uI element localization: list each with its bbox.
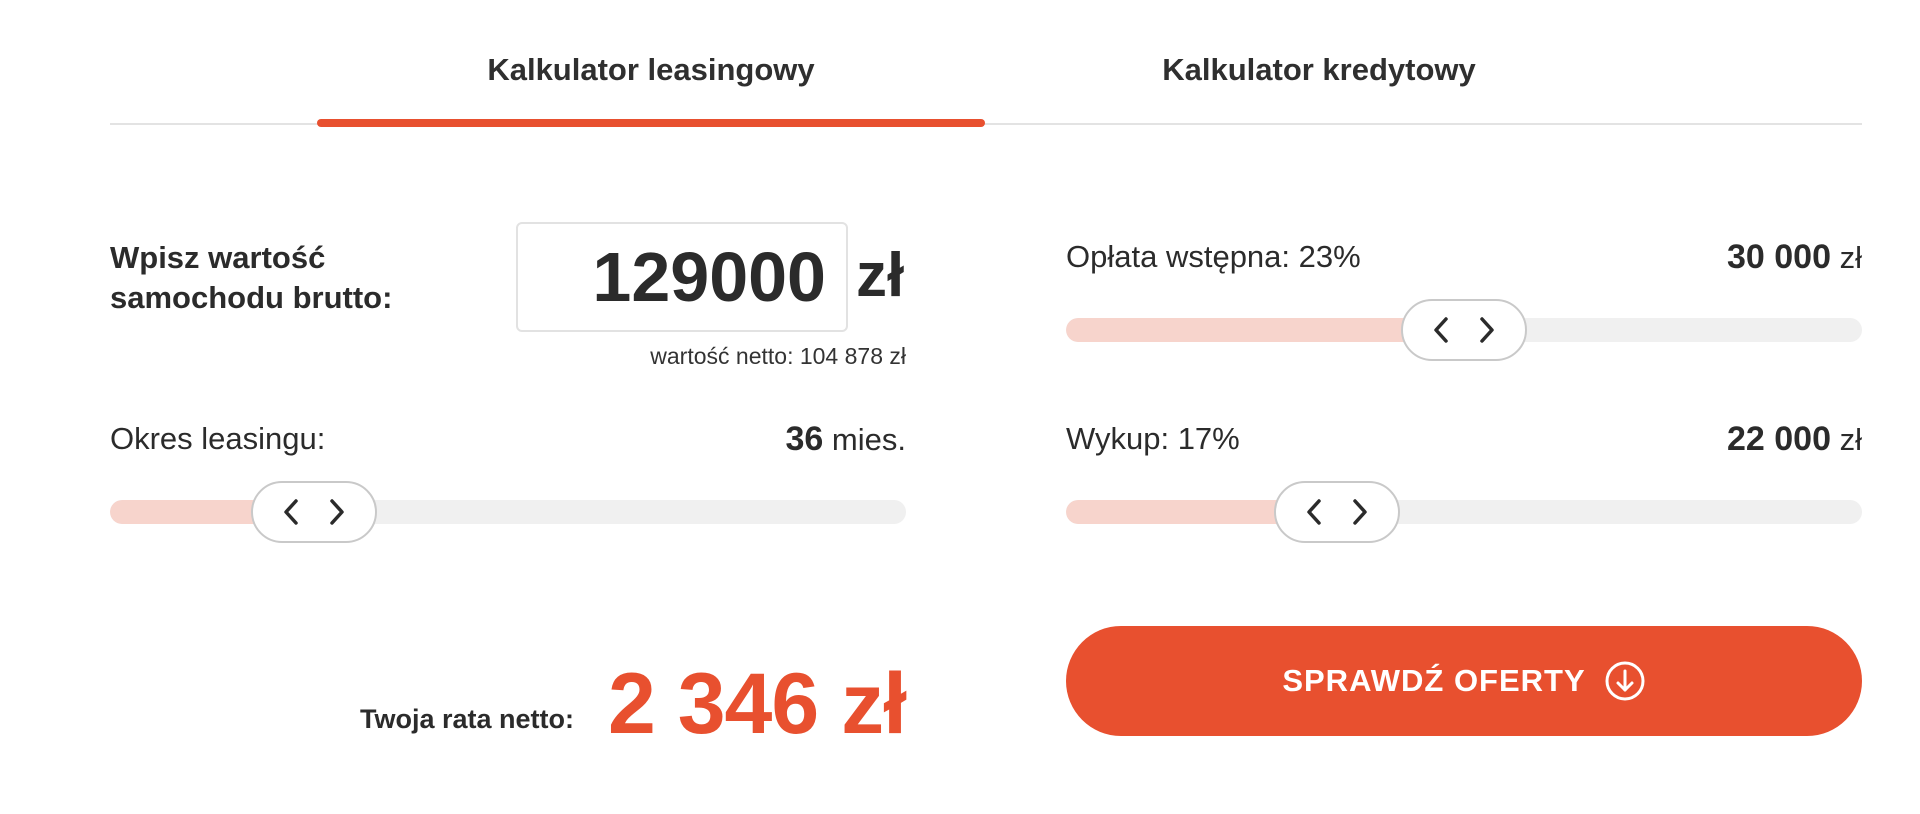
buyout-label: Wykup: 17% — [1066, 421, 1240, 456]
check-offers-button[interactable]: SPRAWDŹ OFERTY — [1066, 626, 1862, 736]
netto-value-text: wartość netto: 104 878 zł — [650, 343, 906, 369]
slider-track — [1066, 500, 1862, 524]
slider-handle[interactable] — [250, 481, 377, 543]
buyout-slider[interactable] — [1066, 481, 1862, 543]
car-value-unit: zł — [856, 241, 905, 310]
arrow-down-circle-icon — [1605, 661, 1645, 701]
buyout-number: 22 000 — [1726, 420, 1831, 458]
car-value-label: Wpisz wartość samochodu brutto: — [110, 238, 392, 318]
net-rate-label: Twoja rata netto: — [359, 704, 574, 734]
down-payment-value: 30 000 zł — [1727, 238, 1862, 277]
chevron-right-icon — [329, 499, 344, 525]
down-payment-slider[interactable] — [1066, 299, 1862, 361]
leasing-period-slider[interactable] — [110, 481, 906, 543]
car-value-field — [516, 222, 848, 332]
chevron-left-icon — [283, 499, 298, 525]
check-offers-label: SPRAWDŹ OFERTY — [1282, 663, 1586, 698]
car-value-input[interactable] — [518, 224, 846, 330]
leasing-period-label: Okres leasingu: — [110, 421, 326, 456]
slider-track — [110, 500, 906, 524]
tab-leasing-calculator[interactable]: Kalkulator leasingowy — [317, 52, 985, 102]
buyout-value: 22 000 zł — [1727, 420, 1862, 459]
chevron-left-icon — [1306, 499, 1321, 525]
slider-handle[interactable] — [1273, 481, 1400, 543]
leasing-period-unit: mies. — [831, 422, 906, 457]
car-value-label-line1: Wpisz wartość — [110, 240, 326, 275]
active-tab-indicator — [317, 119, 985, 127]
chevron-left-icon — [1434, 317, 1448, 343]
chevron-right-icon — [1352, 499, 1367, 525]
car-value-label-line2: samochodu brutto: — [110, 280, 393, 315]
buyout-unit: zł — [1839, 422, 1862, 457]
tab-credit-calculator[interactable]: Kalkulator kredytowy — [985, 52, 1653, 102]
slider-handle[interactable] — [1401, 299, 1527, 361]
leasing-period-value: 36 mies. — [785, 420, 906, 459]
down-payment-label: Opłata wstępna: 23% — [1066, 239, 1361, 274]
net-rate-value: 2 346 zł — [608, 656, 907, 752]
leasing-period-number: 36 — [785, 420, 824, 458]
down-payment-unit: zł — [1839, 240, 1862, 275]
chevron-right-icon — [1480, 317, 1494, 343]
down-payment-number: 30 000 — [1726, 238, 1831, 276]
